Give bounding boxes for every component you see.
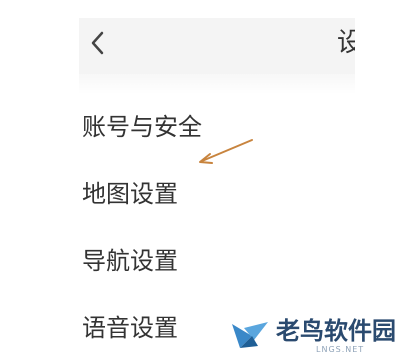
settings-item-label: 地图设置 [82, 180, 178, 208]
settings-item-label: 账号与安全 [82, 113, 202, 141]
settings-list: 账号与安全 地图设置 导航设置 语音设置 [0, 0, 400, 361]
settings-item-label: 导航设置 [82, 247, 178, 275]
settings-screen: 设置 账号与安全 地图设置 导航设置 语音设置 老鸟软件园 LNGS.NET [0, 0, 400, 361]
settings-item-label: 语音设置 [82, 314, 178, 342]
bird-logo-icon [232, 322, 268, 348]
watermark: 老鸟软件园 LNGS.NET [222, 312, 400, 361]
watermark-subtext: LNGS.NET [316, 345, 365, 354]
settings-item-navigation-settings[interactable]: 导航设置 [80, 240, 340, 284]
watermark-text: 老鸟软件园 [276, 317, 396, 345]
arrow-annotation-icon [199, 139, 253, 164]
settings-item-map-settings[interactable]: 地图设置 [80, 173, 340, 217]
